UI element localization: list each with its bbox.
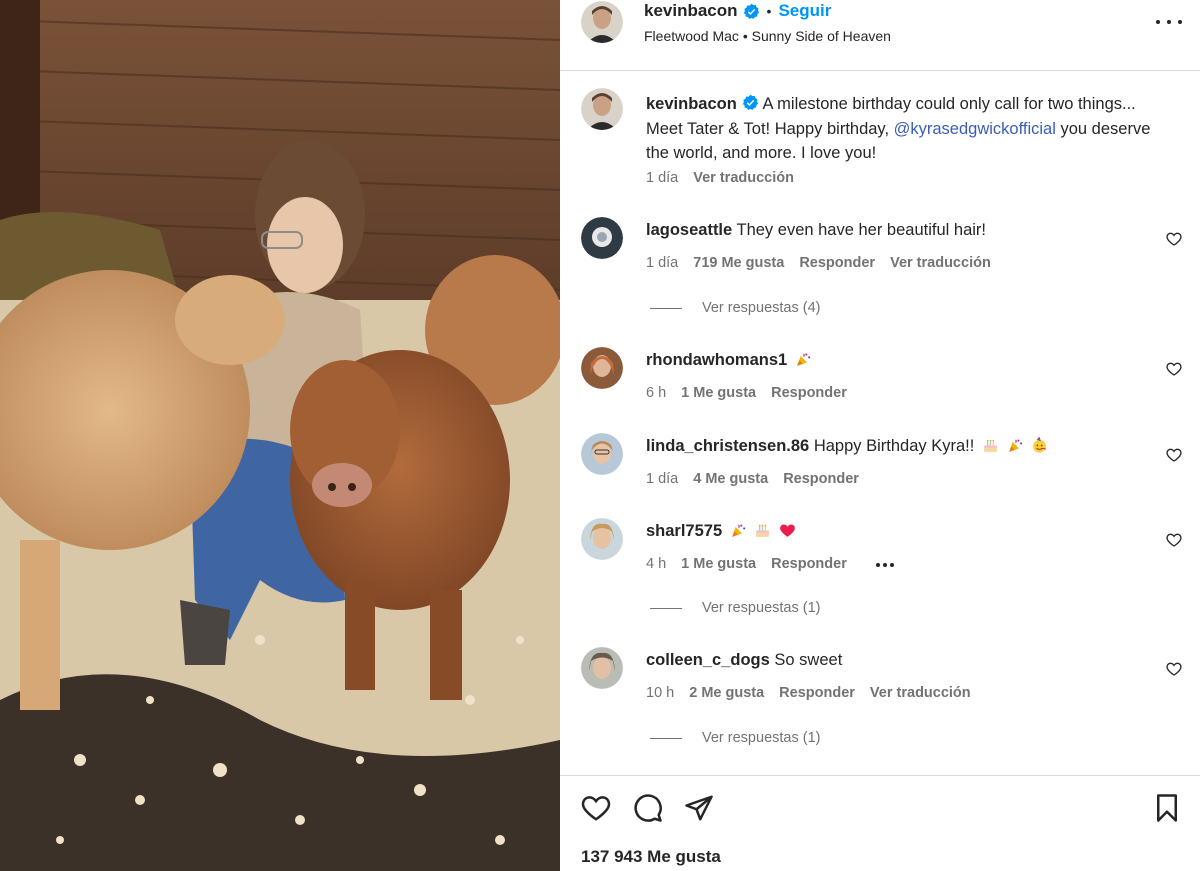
comment-meta: 1 día 4 Me gusta Responder (646, 471, 874, 487)
comment-likes[interactable]: 4 Me gusta (693, 471, 768, 487)
comment-text: sharl7575 (646, 522, 796, 541)
comment-text: rhondawhomans1 (646, 351, 812, 370)
commenter-avatar[interactable] (581, 433, 623, 475)
comment-username[interactable]: sharl7575 (646, 522, 722, 540)
follow-button[interactable]: Seguir (778, 1, 831, 21)
more-dot-icon (1156, 20, 1160, 24)
comment-like-heart-icon[interactable] (1166, 361, 1182, 377)
party-popper-emoji (1008, 439, 1022, 452)
view-replies-label: Ver respuestas (1) (702, 730, 821, 746)
post-details-panel: kevinbacon • Seguir Fleetwood Mac • Sunn… (560, 0, 1200, 871)
verified-badge-icon (743, 3, 759, 19)
comment-meta: 10 h 2 Me gusta Responder Ver traducción (646, 685, 986, 701)
party-popper-emoji (796, 353, 811, 366)
caption-mention-link[interactable]: @kyrasedgwickofficial (894, 120, 1056, 138)
caption-meta: 1 día Ver traducción (646, 170, 809, 186)
comment-body: They even have her beautiful hair! (736, 221, 987, 239)
header-divider (560, 70, 1200, 71)
comment-reply-button[interactable]: Responder (783, 471, 859, 487)
comment-reply-button[interactable]: Responder (771, 385, 847, 401)
author-avatar[interactable] (581, 1, 623, 43)
comment-likes[interactable]: 719 Me gusta (693, 255, 784, 271)
comment-time[interactable]: 10 h (646, 685, 674, 701)
share-paper-plane-icon[interactable] (684, 793, 714, 823)
post-header: kevinbacon • Seguir Fleetwood Mac • Sunn… (560, 0, 1200, 70)
replies-line (650, 737, 682, 739)
birthday-cake-emoji (984, 439, 997, 452)
comment-reply-button[interactable]: Responder (799, 255, 875, 271)
view-replies-label: Ver respuestas (1) (702, 600, 821, 616)
comment-likes[interactable]: 1 Me gusta (681, 556, 756, 572)
comment-text: colleen_c_dogs So sweet (646, 651, 842, 670)
comment-username[interactable]: colleen_c_dogs (646, 651, 770, 669)
comment-body: Happy Birthday Kyra!! (813, 437, 975, 455)
comment-reply-button[interactable]: Responder (779, 685, 855, 701)
comment-time[interactable]: 6 h (646, 385, 666, 401)
view-replies-button[interactable]: Ver respuestas (1) (650, 600, 820, 616)
comment-time[interactable]: 1 día (646, 471, 678, 487)
comment-meta: 4 h 1 Me gusta Responder (646, 556, 862, 572)
comment-time[interactable]: 4 h (646, 556, 666, 572)
comment-bubble-icon[interactable] (633, 793, 663, 823)
commenter-avatar[interactable] (581, 347, 623, 389)
post-photo (0, 0, 560, 871)
comment-username[interactable]: lagoseattle (646, 221, 732, 239)
more-dot-icon (890, 563, 894, 567)
post-likes-count[interactable]: 137 943 Me gusta (581, 847, 721, 867)
verified-badge-icon (742, 94, 758, 110)
view-replies-label: Ver respuestas (4) (702, 300, 821, 316)
comment-translate-button[interactable]: Ver traducción (890, 255, 991, 271)
comment-like-heart-icon[interactable] (1166, 231, 1182, 247)
commenter-avatar[interactable] (581, 217, 623, 259)
caption-time[interactable]: 1 día (646, 170, 678, 186)
comment-username[interactable]: linda_christensen.86 (646, 437, 809, 455)
comment-like-heart-icon[interactable] (1166, 447, 1182, 463)
party-popper-emoji (731, 524, 745, 537)
birthday-cake-emoji (756, 524, 770, 537)
comment-meta: 1 día 719 Me gusta Responder Ver traducc… (646, 255, 1006, 271)
commenter-avatar[interactable] (581, 518, 623, 560)
comment-username[interactable]: rhondawhomans1 (646, 351, 787, 369)
author-username[interactable]: kevinbacon (644, 1, 738, 21)
comment-reply-button[interactable]: Responder (771, 556, 847, 572)
comment-like-heart-icon[interactable] (1166, 661, 1182, 677)
post-media[interactable] (0, 0, 560, 871)
more-dot-icon (883, 563, 887, 567)
caption-username[interactable]: kevinbacon (646, 95, 737, 113)
comment-options-button[interactable] (876, 563, 894, 567)
comment-translate-button[interactable]: Ver traducción (870, 685, 971, 701)
caption-avatar[interactable] (581, 88, 623, 130)
replies-line (650, 307, 682, 309)
comment-meta: 6 h 1 Me gusta Responder (646, 385, 862, 401)
save-bookmark-icon[interactable] (1152, 793, 1182, 823)
partying-face-emoji (1033, 437, 1047, 453)
more-options-button[interactable] (1156, 12, 1182, 32)
comment-text: lagoseattle They even have her beautiful… (646, 221, 986, 240)
like-heart-icon[interactable] (581, 793, 611, 823)
replies-line (650, 607, 682, 609)
caption-text: kevinbacon A milestone birthday could on… (646, 92, 1176, 166)
view-replies-button[interactable]: Ver respuestas (4) (650, 300, 820, 316)
comment-likes[interactable]: 1 Me gusta (681, 385, 756, 401)
caption-translate-button[interactable]: Ver traducción (693, 170, 794, 186)
more-dot-icon (1167, 20, 1171, 24)
commenter-avatar[interactable] (581, 647, 623, 689)
post-actions-bar: 137 943 Me gusta (560, 776, 1200, 871)
comment-body: So sweet (774, 651, 843, 669)
red-heart-emoji (780, 524, 795, 537)
comment-like-heart-icon[interactable] (1166, 532, 1182, 548)
more-dot-icon (876, 563, 880, 567)
header-top-line: kevinbacon • Seguir (644, 0, 831, 22)
more-dot-icon (1178, 20, 1182, 24)
comment-time[interactable]: 1 día (646, 255, 678, 271)
comment-text: linda_christensen.86 Happy Birthday Kyra… (646, 437, 1048, 456)
view-replies-button[interactable]: Ver respuestas (1) (650, 730, 820, 746)
audio-track-link[interactable]: Fleetwood Mac • Sunny Side of Heaven (644, 28, 891, 44)
separator-dot: • (766, 3, 772, 19)
comment-likes[interactable]: 2 Me gusta (689, 685, 764, 701)
